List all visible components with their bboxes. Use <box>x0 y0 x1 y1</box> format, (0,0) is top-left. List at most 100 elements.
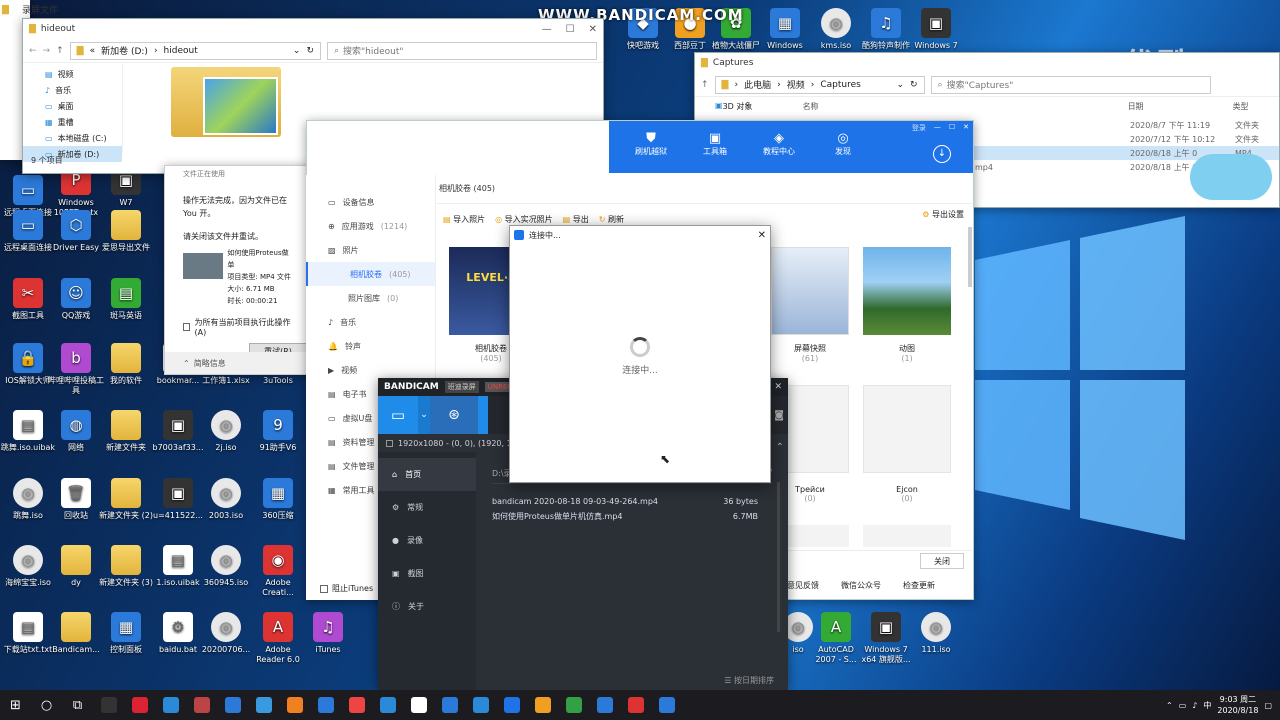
top-nav-item[interactable]: ◈ 教程中心 <box>747 131 811 157</box>
desktop-icon[interactable]: ▣ Windows 7 <box>908 8 964 51</box>
desktop-icon[interactable]: ◉ Adobe Creati... <box>250 545 306 598</box>
maximize-icon[interactable]: ☐ <box>949 123 955 133</box>
desktop-icon[interactable]: 新建文件夹 <box>98 410 154 453</box>
close-icon[interactable]: ✕ <box>589 24 597 35</box>
toolbar-button[interactable]: ↻ 刷新 <box>599 214 624 225</box>
bandicam-nav-item[interactable]: ⓘ 关于 <box>378 590 476 623</box>
sidebar-item[interactable]: ⊕ 应用游戏 (1214) <box>306 214 435 238</box>
notification-icon[interactable]: ▢ <box>1264 701 1272 710</box>
taskbar-app-icon[interactable] <box>186 690 217 720</box>
vertical-scrollbar[interactable] <box>777 482 780 632</box>
bandicam-nav-item[interactable]: ● 录像 <box>378 524 476 557</box>
col-type[interactable]: 类型 <box>1233 101 1249 112</box>
desktop-icon[interactable]: ◎ 2003.iso <box>198 478 254 521</box>
desktop-icon[interactable]: A Adobe Reader 6.0 <box>250 612 306 665</box>
taskbar-app-icon[interactable] <box>93 690 124 720</box>
login-link[interactable]: 登录 <box>912 123 926 133</box>
bandicam-nav-item[interactable]: ⌂ 首页 <box>378 458 476 491</box>
sidebar-item[interactable]: 照片图库 (0) <box>306 286 435 310</box>
chevron-down-icon[interactable]: ⌄ <box>418 396 430 434</box>
taskbar-app-icon[interactable] <box>124 690 155 720</box>
desktop-icon[interactable]: ▣ Windows 7 x64 旗舰版... <box>858 612 914 665</box>
path-root[interactable]: 新加卷 (D:) <box>101 44 148 57</box>
download-icon[interactable]: ↓ <box>933 145 951 163</box>
game-mode-button[interactable]: ⊛ <box>430 396 478 434</box>
back-icon[interactable]: ← <box>29 46 37 56</box>
path-segment[interactable]: Captures <box>820 80 860 90</box>
nav-item[interactable]: ▤ 视频 <box>23 66 122 82</box>
desktop-icon[interactable]: ◎ 20200706... <box>198 612 254 655</box>
path-segment[interactable]: 此电脑 <box>744 78 771 91</box>
minimize-icon[interactable]: — <box>934 123 941 133</box>
clock[interactable]: 9:03 周二 2020/8/18 <box>1217 694 1258 716</box>
footer-link[interactable]: 意见反馈 <box>787 580 819 591</box>
footer-link[interactable]: 微信公众号 <box>841 580 881 591</box>
minimize-icon[interactable]: — <box>542 24 552 35</box>
desktop-icon[interactable]: ▤ 斑马英语 <box>98 278 154 321</box>
vertical-scrollbar[interactable] <box>968 227 972 287</box>
taskbar-app-icon[interactable] <box>279 690 310 720</box>
search-input[interactable]: ⌕ 搜索"Captures" <box>930 75 1211 94</box>
path-leaf[interactable]: hideout <box>164 46 198 56</box>
toolbar-button[interactable]: ▤ 导入照片 <box>443 214 485 225</box>
search-icon[interactable]: ○ <box>31 690 62 720</box>
desktop-icon[interactable]: b 哔哩哔哩投稿工具 <box>48 343 104 396</box>
chevron-down-icon[interactable]: ⌄ <box>896 80 904 90</box>
volume-icon[interactable]: ♪ <box>1192 701 1197 710</box>
details-toggle[interactable]: 简略信息 <box>194 358 226 369</box>
nav-3d-objects[interactable]: 3D 对象 <box>723 101 803 112</box>
col-name[interactable]: 名称 <box>803 101 1128 112</box>
taskbar-app-icon[interactable] <box>620 690 651 720</box>
toolbar-button[interactable]: ▤ 导出 <box>563 214 589 225</box>
desktop-icon[interactable]: 爱思导出文件 <box>98 210 154 253</box>
chevron-up-icon[interactable]: ⌃ <box>776 442 784 453</box>
address-bar[interactable]: ▇ › 此电脑 › 视频 › Captures ⌄ ↻ <box>714 75 925 94</box>
bandicam-nav-item[interactable]: ⚙ 常规 <box>378 491 476 524</box>
taskbar-app-icon[interactable] <box>310 690 341 720</box>
chevron-down-icon[interactable]: ⌄ <box>293 46 301 56</box>
desktop-icon[interactable]: 新建文件夹 (3) <box>98 545 154 588</box>
taskbar-app-icon[interactable] <box>341 690 372 720</box>
taskbar-app-icon[interactable] <box>465 690 496 720</box>
network-icon[interactable]: ▭ <box>1179 701 1187 710</box>
taskbar-app-icon[interactable] <box>589 690 620 720</box>
desktop-icon[interactable]: 🗑 回收站 <box>48 478 104 521</box>
refresh-icon[interactable]: ↻ <box>910 80 918 90</box>
export-settings-button[interactable]: ⚙ 导出设置 <box>922 209 964 220</box>
album-tile-empty[interactable] <box>863 385 951 473</box>
sidebar-item[interactable]: ♪ 音乐 <box>306 310 435 334</box>
desktop-icon[interactable]: dy <box>48 545 104 588</box>
desktop-icon[interactable]: A AutoCAD 2007 - S... <box>808 612 864 665</box>
nav-item[interactable]: ▭ 桌面 <box>23 98 122 114</box>
refresh-icon[interactable]: ↻ <box>306 46 314 56</box>
taskbar-app-icon[interactable] <box>248 690 279 720</box>
start-button[interactable]: ⊞ <box>0 690 31 720</box>
sidebar-item[interactable]: ▨ 照片 <box>306 238 435 262</box>
chevron-up-icon[interactable]: ⌃ <box>1166 701 1173 710</box>
forward-icon[interactable]: → <box>43 46 51 56</box>
taskbar-app-icon[interactable] <box>155 690 186 720</box>
desktop-icon[interactable]: Bandicam... <box>48 612 104 655</box>
taskbar-app-icon[interactable] <box>403 690 434 720</box>
close-icon[interactable]: ✕ <box>774 382 782 392</box>
desktop-icon[interactable]: 新建文件夹 (2) <box>98 478 154 521</box>
taskbar-app-icon[interactable] <box>527 690 558 720</box>
col-date[interactable]: 日期 <box>1128 101 1233 112</box>
desktop-icon[interactable]: 我的软件 <box>98 343 154 386</box>
screen-mode-button[interactable]: ▭ <box>378 396 418 434</box>
nav-item[interactable]: ▭ 本地磁盘 (C:) <box>23 130 122 146</box>
album-tile-screenshots[interactable] <box>771 247 849 335</box>
close-button[interactable]: 关闭 <box>920 553 964 569</box>
album-tile-animated[interactable] <box>863 247 951 335</box>
up-icon[interactable]: ↑ <box>56 46 64 56</box>
top-nav-item[interactable]: ◎ 发现 <box>811 131 875 157</box>
desktop-icon[interactable]: ☺ QQ游戏 <box>48 278 104 321</box>
resolution-checkbox[interactable] <box>386 439 393 447</box>
desktop-icon[interactable]: ▦ 控制面板 <box>98 612 154 655</box>
apply-all-checkbox[interactable] <box>183 323 191 331</box>
taskbar-app-icon[interactable] <box>372 690 403 720</box>
file-in-use-dialog[interactable]: 文件正在使用 操作无法完成，因为文件已在 You 开。 请关闭该文件并重试。 如… <box>164 165 312 375</box>
taskbar-app-icon[interactable] <box>558 690 589 720</box>
taskbar-app-icon[interactable] <box>217 690 248 720</box>
task-view-icon[interactable]: ⧉ <box>62 690 93 720</box>
